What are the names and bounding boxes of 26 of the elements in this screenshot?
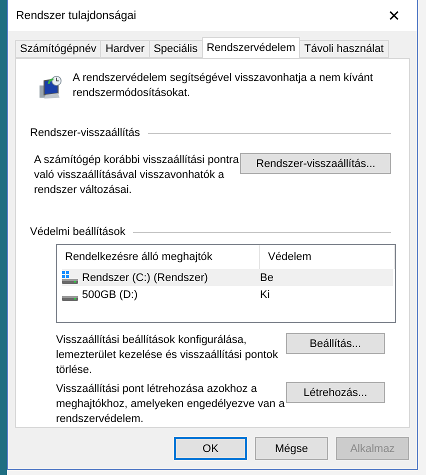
drive-row[interactable]: 500GB (D:) Ki bbox=[62, 286, 393, 303]
drive-name: 500GB (D:) bbox=[82, 288, 138, 300]
action-description: Visszaállítási beállítások konfigurálása, lemezterület kezelése és visszaállítási pontok törlése. bbox=[56, 333, 279, 378]
tab[interactable]: Hardver bbox=[100, 40, 150, 58]
drive-row[interactable]: Rendszer (C:) (Rendszer) Be bbox=[62, 269, 393, 286]
close-button[interactable]: ✕ bbox=[371, 0, 417, 31]
action-button[interactable]: Beállítás... bbox=[286, 333, 385, 354]
section-heading: Védelmi beállítások bbox=[30, 226, 126, 238]
system-restore-button[interactable]: Rendszer-visszaállítás... bbox=[240, 153, 391, 174]
protection-status: Ki bbox=[260, 288, 270, 300]
tab[interactable]: Speciális bbox=[148, 40, 203, 58]
window-title: Rendszer tulajdonságai bbox=[16, 10, 136, 22]
restore-description: A számítógép korábbi visszaállítási pontra való visszaállításával visszavonhatók a rendszer változásai. bbox=[34, 153, 240, 198]
dialog-button[interactable]: Mégse bbox=[255, 437, 328, 460]
drive-icon bbox=[62, 296, 78, 301]
system-drive-icon bbox=[62, 270, 78, 284]
intro-text: A rendszervédelem segítségével visszavonhatja a nem kívánt rendszermódosításokat. bbox=[72, 71, 374, 101]
tab[interactable]: Rendszervédelem bbox=[202, 37, 300, 58]
protection-status: Be bbox=[260, 272, 274, 284]
section-heading: Rendszer-visszaállítás bbox=[30, 127, 140, 139]
dialog-button[interactable]: OK bbox=[174, 437, 247, 460]
tab[interactable]: Számítógépnév bbox=[15, 40, 102, 58]
action-button[interactable]: Létrehozás... bbox=[286, 382, 385, 403]
drive-name: Rendszer (C:) (Rendszer) bbox=[82, 272, 208, 284]
action-description: Visszaállítási pont létrehozása azokhoz a meghajtókhoz, amelyeken engedélyezve van a rendszervédelem. bbox=[56, 382, 286, 427]
tab[interactable]: Távoli használat bbox=[299, 40, 389, 58]
